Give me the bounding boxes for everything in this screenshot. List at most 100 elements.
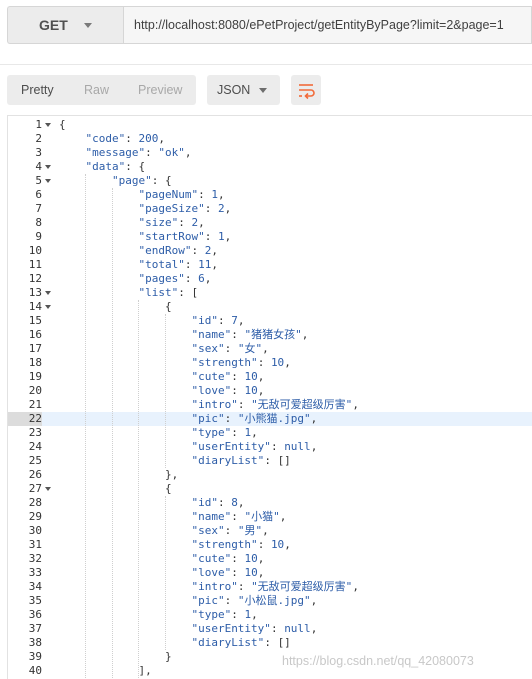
code-line[interactable]: 13 "list": [ [8, 286, 532, 300]
code-line[interactable]: 2 "code": 200, [8, 132, 532, 146]
code-text: "size": 2, [138, 216, 205, 229]
code-line[interactable]: 7 "pageSize": 2, [8, 202, 532, 216]
code-line[interactable]: 30 "sex": "男", [8, 524, 532, 538]
code-line[interactable]: 25 "diaryList": [] [8, 454, 532, 468]
request-bar: GET http://localhost:8080/ePetProject/ge… [0, 0, 532, 52]
code-line[interactable]: 3 "message": "ok", [8, 146, 532, 160]
code-line[interactable]: 23 "type": 1, [8, 426, 532, 440]
fold-toggle-icon[interactable] [45, 487, 51, 491]
code-line[interactable]: 16 "name": "猪猪女孩", [8, 328, 532, 342]
code-text: "sex": "男", [191, 524, 269, 537]
line-number: 1 [35, 118, 42, 131]
code-line[interactable]: 33 "love": 10, [8, 566, 532, 580]
code-text: "data": { [85, 160, 146, 173]
line-number: 19 [28, 370, 42, 383]
line-number: 25 [28, 454, 42, 467]
code-text: "id": 8, [191, 496, 245, 509]
code-text: "name": "猪猪女孩", [191, 328, 309, 341]
code-line[interactable]: 1{ [8, 118, 532, 132]
code-line[interactable]: 24 "userEntity": null, [8, 440, 532, 454]
line-number: 38 [28, 636, 42, 649]
url-input[interactable]: http://localhost:8080/ePetProject/getEnt… [123, 6, 532, 44]
code-line[interactable]: 21 "intro": "无敌可爱超级厉害", [8, 398, 532, 412]
code-line[interactable]: 17 "sex": "女", [8, 342, 532, 356]
chevron-down-icon [84, 23, 92, 28]
code-text: "diaryList": [] [191, 636, 291, 649]
code-text: "id": 7, [191, 314, 245, 327]
code-line[interactable]: 26 }, [8, 468, 532, 482]
code-line[interactable]: 28 "id": 8, [8, 496, 532, 510]
line-number: 22 [8, 412, 42, 426]
fold-toggle-icon[interactable] [45, 291, 51, 295]
code-line[interactable]: 20 "love": 10, [8, 384, 532, 398]
code-text: "userEntity": null, [191, 440, 318, 453]
method-label: GET [39, 17, 68, 33]
code-line[interactable]: 34 "intro": "无敌可爱超级厉害", [8, 580, 532, 594]
code-line[interactable]: 19 "cute": 10, [8, 370, 532, 384]
code-line[interactable]: 9 "startRow": 1, [8, 230, 532, 244]
line-number: 36 [28, 608, 42, 621]
code-text: "sex": "女", [191, 342, 269, 355]
line-number: 3 [35, 146, 42, 159]
method-selector[interactable]: GET [7, 6, 123, 44]
code-line[interactable]: 35 "pic": "小松鼠.jpg", [8, 594, 532, 608]
code-line[interactable]: 6 "pageNum": 1, [8, 188, 532, 202]
fold-toggle-icon[interactable] [45, 165, 51, 169]
tab-preview[interactable]: Preview [138, 83, 182, 97]
code-text: "strength": 10, [191, 356, 291, 369]
format-selector[interactable]: JSON [207, 75, 280, 105]
code-line[interactable]: 36 "type": 1, [8, 608, 532, 622]
fold-toggle-icon[interactable] [45, 179, 51, 183]
code-text: "message": "ok", [85, 146, 192, 159]
tab-pretty[interactable]: Pretty [21, 83, 54, 97]
code-line[interactable]: 14 { [8, 300, 532, 314]
line-number: 9 [35, 230, 42, 243]
code-text: "pic": "小熊猫.jpg", [191, 412, 318, 425]
code-line[interactable]: 31 "strength": 10, [8, 538, 532, 552]
line-number: 30 [28, 524, 42, 537]
code-text: "list": [ [138, 286, 199, 299]
code-line[interactable]: 27 { [8, 482, 532, 496]
line-number: 15 [28, 314, 42, 327]
line-number: 14 [28, 300, 42, 313]
fold-toggle-icon[interactable] [45, 123, 51, 127]
code-line[interactable]: 38 "diaryList": [] [8, 636, 532, 650]
code-line[interactable]: 8 "size": 2, [8, 216, 532, 230]
code-line[interactable]: 12 "pages": 6, [8, 272, 532, 286]
indent-guide [138, 300, 140, 678]
code-line[interactable]: 32 "cute": 10, [8, 552, 532, 566]
tab-raw[interactable]: Raw [84, 83, 109, 97]
line-number: 18 [28, 356, 42, 369]
line-number: 39 [28, 650, 42, 663]
code-line[interactable]: 22 "pic": "小熊猫.jpg", [8, 412, 532, 426]
code-line[interactable]: 18 "strength": 10, [8, 356, 532, 370]
line-number: 2 [35, 132, 42, 145]
line-number: 40 [28, 664, 42, 677]
fold-toggle-icon[interactable] [45, 305, 51, 309]
line-number: 24 [28, 440, 42, 453]
code-line[interactable]: 11 "total": 11, [8, 258, 532, 272]
line-number: 27 [28, 482, 42, 495]
code-text: "endRow": 2, [138, 244, 218, 257]
code-line[interactable]: 4 "data": { [8, 160, 532, 174]
line-number: 26 [28, 468, 42, 481]
watermark: https://blog.csdn.net/qq_42080073 [282, 654, 474, 668]
code-text: "pageNum": 1, [138, 188, 225, 201]
line-number: 5 [35, 174, 42, 187]
indent-guide [85, 174, 87, 678]
code-line[interactable]: 10 "endRow": 2, [8, 244, 532, 258]
code-line[interactable]: 37 "userEntity": null, [8, 622, 532, 636]
code-text: { [59, 118, 66, 131]
line-number: 13 [28, 286, 42, 299]
indent-guide [164, 496, 166, 650]
response-body-editor[interactable]: 1{2 "code": 200, 3 "message": "ok", 4 "dat… [7, 115, 532, 679]
line-number: 33 [28, 566, 42, 579]
code-text: "strength": 10, [191, 538, 291, 551]
code-text: "cute": 10, [191, 370, 265, 383]
wrap-lines-button[interactable] [291, 75, 321, 105]
code-line[interactable]: 15 "id": 7, [8, 314, 532, 328]
line-number: 17 [28, 342, 42, 355]
code-line[interactable]: 5 "page": { [8, 174, 532, 188]
code-line[interactable]: 29 "name": "小猫", [8, 510, 532, 524]
format-label: JSON [217, 83, 251, 97]
